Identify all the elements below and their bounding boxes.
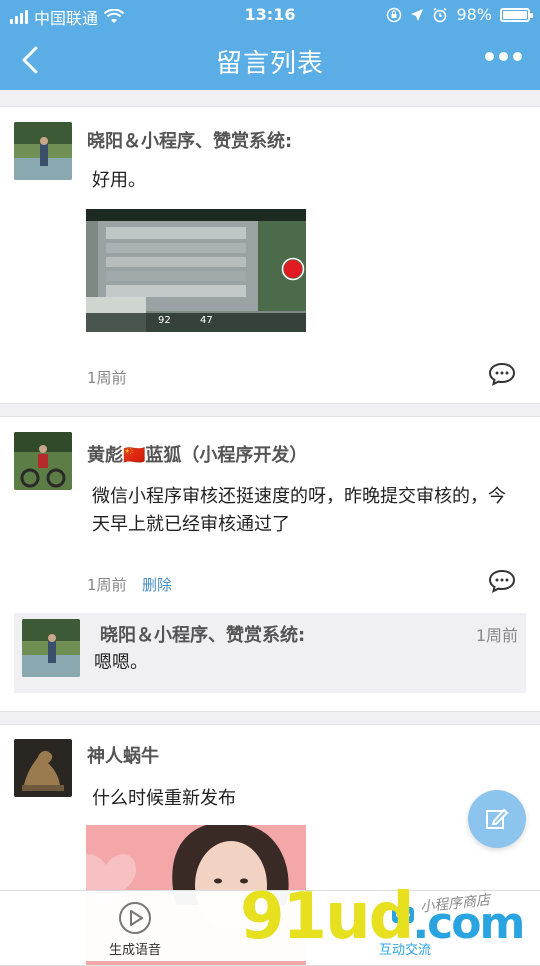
author-name: 黄彪🇨🇳蓝狐（小程序开发） — [87, 445, 308, 466]
avatar-lake-photo — [22, 619, 80, 677]
battery-fill — [503, 10, 527, 19]
battery-percent: 98% — [456, 5, 492, 24]
reply-box: 晓阳＆小程序、赞赏系统: 1周前 嗯嗯。 — [14, 613, 526, 693]
message-image[interactable]: 92 47 — [86, 209, 306, 332]
tab-generate-voice[interactable]: 生成语音 — [80, 901, 190, 958]
reply-time: 1周前 — [475, 626, 518, 645]
play-circle-icon — [119, 902, 151, 934]
watermark-text-a: 91ud — [240, 880, 414, 954]
image-osd-right: 47 — [200, 315, 213, 326]
comment-icon[interactable] — [488, 569, 516, 593]
message-time: 1周前 — [87, 576, 127, 594]
author-name: 神人蜗牛 — [87, 746, 159, 767]
message-card: 黄彪🇨🇳蓝狐（小程序开发） 微信小程序审核还挺速度的呀，昨晚提交审核的，今天早上… — [0, 416, 540, 712]
avatar[interactable] — [14, 739, 72, 797]
tab-label: 生成语音 — [108, 943, 161, 958]
battery-icon — [500, 7, 533, 22]
image-osd-left: 92 — [158, 315, 171, 326]
message-card: 晓阳＆小程序、赞赏系统: 好用。 92 47 1周前 — [0, 106, 540, 404]
delete-button[interactable]: 删除 — [142, 574, 172, 595]
write-message-button[interactable] — [468, 790, 526, 848]
author-name: 晓阳＆小程序、赞赏系统: — [87, 131, 293, 152]
rotation-lock-icon — [387, 7, 402, 22]
nav-bar: 留言列表 — [0, 30, 540, 90]
message-content: 微信小程序审核还挺速度的呀，昨晚提交审核的，今天早上就已经审核通过了 — [92, 486, 506, 535]
location-arrow-icon — [411, 8, 424, 21]
edit-icon — [486, 808, 509, 829]
reply-content: 嗯嗯。 — [94, 652, 148, 673]
drone-view-photo: 92 47 — [86, 209, 306, 332]
more-dots-icon — [485, 52, 494, 61]
avatar[interactable] — [14, 122, 72, 180]
comment-icon[interactable] — [488, 362, 516, 386]
page-title: 留言列表 — [215, 49, 324, 79]
alarm-icon — [433, 7, 447, 22]
reply-author: 晓阳＆小程序、赞赏系统: — [100, 625, 306, 646]
avatar-cyclist-photo — [14, 432, 72, 490]
message-content: 好用。 — [92, 170, 146, 191]
avatar[interactable] — [14, 432, 72, 490]
status-bar: 中国联通 13:16 98% — [0, 0, 540, 30]
avatar-lake-photo — [14, 122, 72, 180]
avatar-bronze-statue-photo — [14, 739, 72, 797]
reply-avatar[interactable] — [22, 619, 80, 677]
status-right: 98% — [386, 5, 533, 24]
message-content: 什么时候重新发布 — [92, 788, 236, 809]
more-button[interactable] — [485, 52, 522, 61]
message-time: 1周前 — [87, 369, 127, 387]
